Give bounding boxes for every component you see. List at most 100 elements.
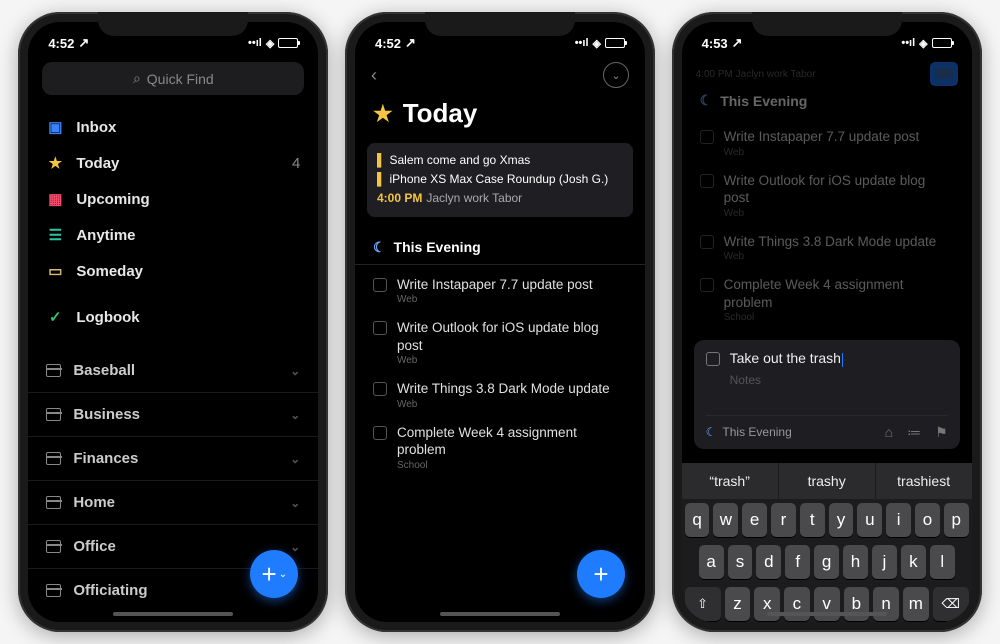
chevron-down-icon: ⌄	[290, 540, 300, 554]
key-u[interactable]: u	[857, 503, 882, 537]
key-k[interactable]: k	[901, 545, 926, 579]
task-project: Web	[397, 294, 627, 305]
back-button[interactable]: ‹	[371, 65, 377, 86]
checkbox[interactable]	[373, 278, 387, 292]
new-task-title-input[interactable]: Take out the trash	[730, 350, 843, 366]
key-o[interactable]: o	[915, 503, 940, 537]
nav-anytime[interactable]: ☰Anytime	[28, 217, 318, 253]
area-finances[interactable]: Finances⌄	[28, 437, 318, 481]
background-tasks: ☾ This Evening Write Instapaper 7.7 upda…	[682, 90, 972, 330]
suggestion[interactable]: “trash”	[682, 463, 779, 499]
checkbox[interactable]	[373, 321, 387, 335]
area-home[interactable]: Home ⌄	[28, 481, 318, 525]
signal-icon: ••ıl	[575, 37, 589, 49]
checkbox	[700, 174, 714, 188]
clock: 4:52	[375, 36, 401, 51]
calendar-icon: ▦	[46, 190, 64, 208]
location-arrow-icon: ↗	[78, 35, 89, 51]
task-row: Complete Week 4 assignment problemSchool	[682, 269, 972, 330]
keyboard-toggle-button[interactable]: ⌨	[930, 62, 958, 86]
nav-label: Anytime	[76, 227, 135, 244]
task-row[interactable]: Write Instapaper 7.7 update postWeb	[355, 269, 645, 313]
checkbox	[700, 130, 714, 144]
home-indicator[interactable]	[767, 612, 887, 616]
checkbox	[700, 235, 714, 249]
task-title: Complete Week 4 assignment problem	[724, 276, 954, 311]
key-d[interactable]: d	[756, 545, 781, 579]
key-r[interactable]: r	[771, 503, 796, 537]
checkbox[interactable]	[373, 382, 387, 396]
key-l[interactable]: l	[930, 545, 955, 579]
plus-icon: +	[262, 559, 277, 590]
key-y[interactable]: y	[829, 503, 854, 537]
key-g[interactable]: g	[814, 545, 839, 579]
area-baseball[interactable]: Baseball⌄	[28, 349, 318, 393]
checklist-icon[interactable]: ≔	[907, 424, 921, 441]
suggestion[interactable]: trashiest	[876, 463, 972, 499]
wifi-icon: ◈	[919, 37, 927, 50]
clock: 4:53	[702, 36, 728, 51]
new-task-button[interactable]: +⌄	[250, 550, 298, 598]
task-row[interactable]: Write Things 3.8 Dark Mode updateWeb	[355, 373, 645, 417]
key-s[interactable]: s	[728, 545, 753, 579]
task-project: Web	[397, 399, 627, 410]
nav-upcoming[interactable]: ▦Upcoming	[28, 181, 318, 217]
key-t[interactable]: t	[800, 503, 825, 537]
home-indicator[interactable]	[440, 612, 560, 616]
top-context: 4:00 PM Jaclyn work Tabor ⌨	[682, 56, 972, 90]
signal-icon: ••ıl	[248, 37, 262, 49]
key-a[interactable]: a	[699, 545, 724, 579]
task-row[interactable]: Write Outlook for iOS update blog postWe…	[355, 312, 645, 373]
task-row: Write Outlook for iOS update blog postWe…	[682, 165, 972, 226]
key-f[interactable]: f	[785, 545, 810, 579]
today-count: 4	[292, 155, 300, 172]
task-title: Write Things 3.8 Dark Mode update	[724, 233, 954, 251]
nav-logbook[interactable]: ✓Logbook	[28, 299, 318, 335]
flag-icon[interactable]: ⚑	[935, 424, 948, 441]
nav-someday[interactable]: ▭Someday	[28, 253, 318, 289]
key-q[interactable]: q	[685, 503, 710, 537]
quick-find-input[interactable]: ⌕ Quick Find	[42, 62, 304, 95]
area-icon	[46, 540, 61, 553]
key-z[interactable]: z	[725, 587, 751, 621]
screen-today: 4:52↗ ••ıl◈ ‹ ⌄ ★ Today ▌Salem come and …	[355, 22, 645, 622]
key-shift[interactable]: ⇧	[685, 587, 721, 621]
agenda-card[interactable]: ▌Salem come and go Xmas ▌iPhone XS Max C…	[367, 143, 633, 217]
checkbox[interactable]	[373, 426, 387, 440]
section-label: This Evening	[720, 93, 807, 109]
event-flag-icon: ▌	[377, 151, 386, 170]
moon-icon: ☾	[706, 425, 717, 439]
key-e[interactable]: e	[742, 503, 767, 537]
new-task-button[interactable]: +	[577, 550, 625, 598]
key-j[interactable]: j	[872, 545, 897, 579]
task-title: Write Things 3.8 Dark Mode update	[397, 380, 627, 398]
home-indicator[interactable]	[113, 612, 233, 616]
more-button[interactable]: ⌄	[603, 62, 629, 88]
location-arrow-icon: ↗	[732, 35, 743, 51]
checkbox[interactable]	[706, 352, 720, 366]
new-task-notes-input[interactable]: Notes	[706, 367, 948, 415]
task-row[interactable]: Complete Week 4 assignment problemSchool	[355, 417, 645, 478]
area-label: Home	[73, 494, 115, 511]
when-button[interactable]: ☾ This Evening	[706, 425, 792, 439]
key-p[interactable]: p	[944, 503, 969, 537]
tag-icon[interactable]: ⌂	[885, 424, 893, 441]
chevron-down-icon: ⌄	[290, 496, 300, 510]
key-backspace[interactable]: ⌫	[933, 587, 969, 621]
nav-list: ▣Inbox ★Today4 ▦Upcoming ☰Anytime ▭Somed…	[28, 105, 318, 339]
keyboard-suggestions: “trash” trashy trashiest	[682, 463, 972, 499]
area-business[interactable]: Business⌄	[28, 393, 318, 437]
suggestion[interactable]: trashy	[779, 463, 876, 499]
key-m[interactable]: m	[903, 587, 929, 621]
new-task-card[interactable]: Take out the trash Notes ☾ This Evening ⌂…	[694, 340, 960, 448]
task-project: Web	[397, 355, 627, 366]
nav-label: Someday	[76, 263, 143, 280]
nav-inbox[interactable]: ▣Inbox	[28, 109, 318, 145]
task-title: Write Instapaper 7.7 update post	[724, 128, 954, 146]
nav-today[interactable]: ★Today4	[28, 145, 318, 181]
key-h[interactable]: h	[843, 545, 868, 579]
area-icon	[46, 408, 61, 421]
key-w[interactable]: w	[713, 503, 738, 537]
key-i[interactable]: i	[886, 503, 911, 537]
when-label: This Evening	[722, 425, 791, 439]
